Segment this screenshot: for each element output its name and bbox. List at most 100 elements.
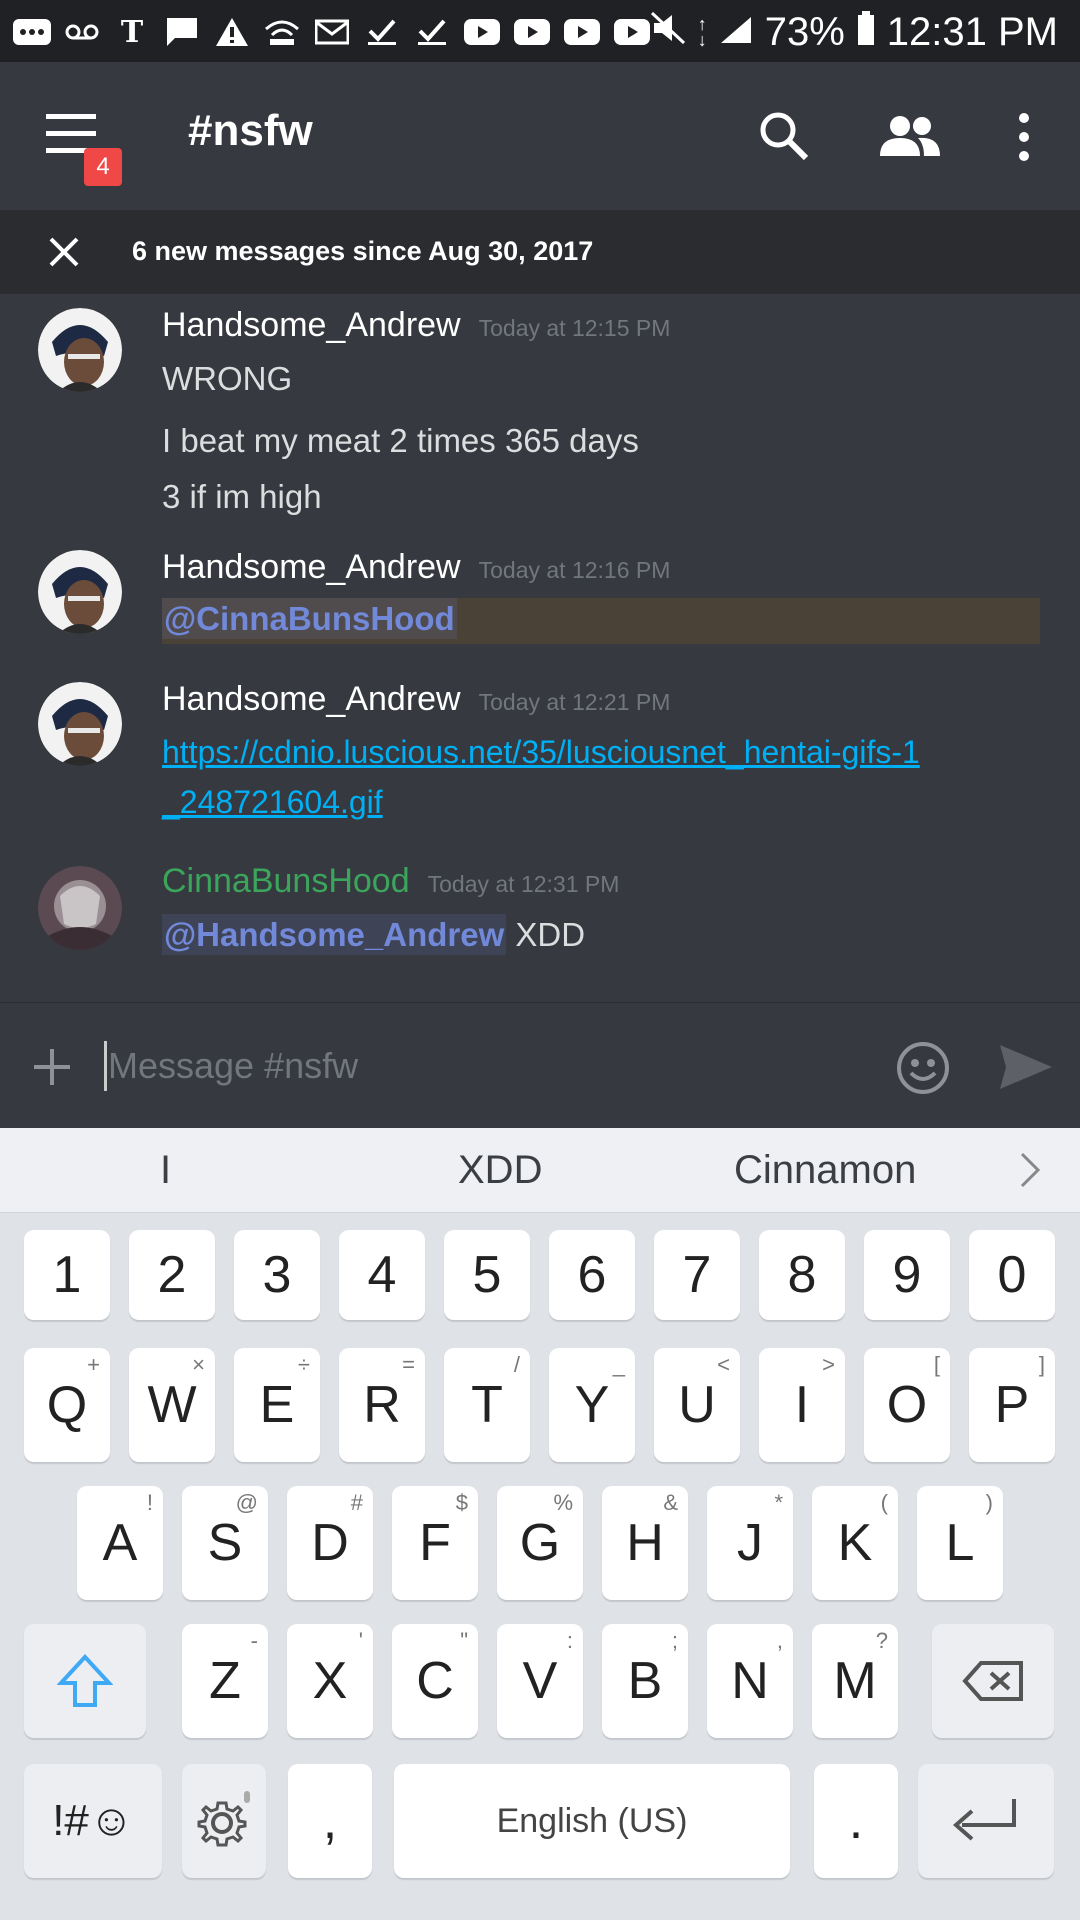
key-hint: - [250, 1628, 258, 1653]
key[interactable]: 8 [759, 1230, 845, 1320]
key-label: Y [574, 1376, 610, 1434]
key[interactable]: U < [654, 1348, 740, 1462]
key[interactable]: C " [392, 1624, 478, 1738]
key[interactable]: W × [129, 1348, 215, 1462]
backspace-key[interactable] [932, 1624, 1054, 1738]
key[interactable]: B; [602, 1624, 688, 1738]
suggestion[interactable]: XDD [458, 1148, 542, 1193]
attach-button[interactable] [32, 1047, 72, 1087]
expand-suggestions-button[interactable] [1018, 1152, 1042, 1193]
members-button[interactable] [878, 114, 942, 158]
key-hint: & [663, 1490, 678, 1515]
key[interactable]: T / [444, 1348, 530, 1462]
members-icon [880, 116, 940, 156]
key[interactable]: Q + [24, 1348, 110, 1462]
avatar[interactable] [38, 866, 122, 950]
message-list: Handsome_Andrew Today at 12:15 PM WRONG … [0, 294, 1080, 1002]
message-timestamp: Today at 12:21 PM [478, 689, 671, 715]
key[interactable]: 5 [444, 1230, 530, 1320]
key[interactable]: 2 [129, 1230, 215, 1320]
key[interactable]: F $ [392, 1486, 478, 1600]
more-options-button[interactable] [1012, 110, 1036, 164]
youtube-icon [512, 14, 552, 50]
key[interactable]: X ' [287, 1624, 373, 1738]
key[interactable]: D # [287, 1486, 373, 1600]
message-timestamp: Today at 12:31 PM [427, 871, 620, 897]
key[interactable]: N, [707, 1624, 793, 1738]
message-link[interactable]: _248721604.gif [162, 784, 383, 821]
key[interactable]: 4 [339, 1230, 425, 1320]
message-username[interactable]: Handsome_Andrew [162, 680, 461, 719]
user-mention[interactable]: @Handsome_Andrew [162, 914, 507, 955]
key[interactable]: V: [497, 1624, 583, 1738]
key[interactable]: R = [339, 1348, 425, 1462]
key[interactable]: A! [77, 1486, 163, 1600]
dismiss-button[interactable] [48, 236, 80, 268]
key-hint: < [717, 1352, 730, 1377]
avatar[interactable] [38, 682, 122, 766]
key-hint: ? [875, 1628, 888, 1653]
message-input[interactable]: Message #nsfw [108, 1045, 358, 1087]
key-hint: + [87, 1352, 100, 1377]
key-hint: ' [358, 1628, 363, 1653]
shift-key[interactable] [24, 1624, 146, 1738]
key[interactable]: 9 [864, 1230, 950, 1320]
key-label: M [833, 1652, 877, 1710]
message-username[interactable]: CinnaBunsHood [162, 862, 410, 901]
message-text: 3 if im high [162, 478, 322, 515]
key[interactable]: 3 [234, 1230, 320, 1320]
key[interactable]: Z- [182, 1624, 268, 1738]
key[interactable]: S @ [182, 1486, 268, 1600]
key-label: Q [46, 1376, 88, 1434]
key[interactable]: G% [497, 1486, 583, 1600]
key-hint: @ [235, 1490, 258, 1515]
settings-key[interactable] [182, 1764, 266, 1878]
message-link[interactable]: https://cdnio.luscious.net/35/lusciousne… [162, 734, 920, 771]
youtube-icon [562, 14, 602, 50]
key[interactable]: 0 [969, 1230, 1055, 1320]
key[interactable]: 7 [654, 1230, 740, 1320]
key[interactable]: Y _ [549, 1348, 635, 1462]
key[interactable]: E ÷ [234, 1348, 320, 1462]
message-username[interactable]: Handsome_Andrew [162, 306, 461, 345]
close-icon [49, 237, 79, 267]
key[interactable]: O[ [864, 1348, 950, 1462]
key-label: E [259, 1376, 295, 1434]
key-label: U [678, 1376, 716, 1434]
key[interactable]: K( [812, 1486, 898, 1600]
key-label: 2 [157, 1246, 187, 1304]
avatar[interactable] [38, 308, 122, 392]
send-button[interactable] [998, 1043, 1054, 1091]
key[interactable]: L) [917, 1486, 1003, 1600]
suggestion[interactable]: I [160, 1148, 171, 1193]
key[interactable]: J * [707, 1486, 793, 1600]
lte-icon: ↑ ↓ [697, 14, 707, 50]
key-label: L [945, 1514, 975, 1572]
key[interactable]: P] [969, 1348, 1055, 1462]
key-label: H [626, 1514, 664, 1572]
key[interactable]: I > [759, 1348, 845, 1462]
suggestion-bar: I XDD Cinnamon [0, 1128, 1080, 1213]
emoji-button[interactable] [896, 1041, 950, 1095]
period-key[interactable]: . [814, 1764, 898, 1878]
suggestion[interactable]: Cinnamon [734, 1148, 916, 1193]
key[interactable]: 1 [24, 1230, 110, 1320]
search-button[interactable] [756, 108, 812, 164]
message-username[interactable]: Handsome_Andrew [162, 548, 461, 587]
key-label: 9 [892, 1246, 922, 1304]
symbols-key[interactable]: !#☺ [24, 1764, 162, 1878]
comma-key[interactable]: , [288, 1764, 372, 1878]
key-label: 4 [367, 1246, 397, 1304]
key[interactable]: H & [602, 1486, 688, 1600]
key-label: 3 [262, 1246, 292, 1304]
space-key[interactable]: English (US) [394, 1764, 790, 1878]
user-mention[interactable]: @CinnaBunsHood [162, 598, 457, 639]
enter-key[interactable] [918, 1764, 1054, 1878]
avatar[interactable] [38, 550, 122, 634]
key-label: 1 [52, 1246, 82, 1304]
key[interactable]: M? [812, 1624, 898, 1738]
key-label: N [731, 1652, 769, 1710]
key-hint: , [776, 1628, 783, 1653]
key[interactable]: 6 [549, 1230, 635, 1320]
check-icon [362, 14, 402, 50]
